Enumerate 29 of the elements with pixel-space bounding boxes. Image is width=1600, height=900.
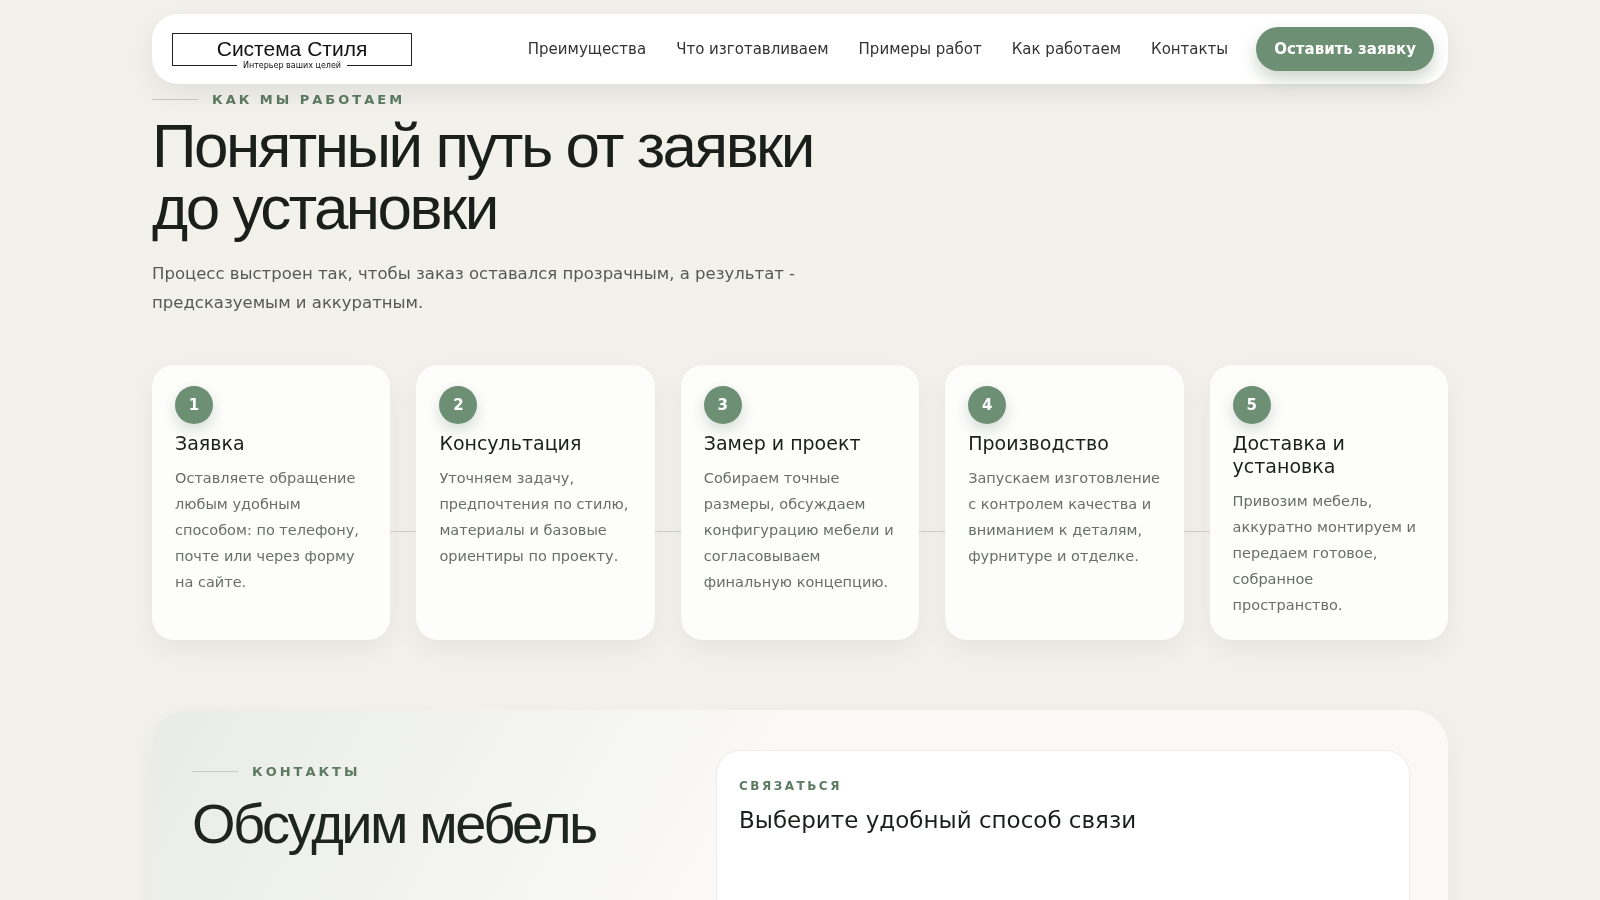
panel-eyebrow: СВЯЗАТЬСЯ (739, 779, 843, 793)
step-number: 5 (1232, 386, 1271, 424)
step-description: Оставляете обращение любым удобным способом: по телефону, почте или через форму на сайте. (175, 469, 360, 592)
section-title: Обсудим мебель (192, 791, 597, 857)
step-number: 2 (439, 386, 478, 424)
panel-title: Выберите удобный способ связи (739, 807, 1138, 833)
step-description: Собираем точные размеры, обсуждаем конфигурацию мебели и согласовываем финальную концепцию. (703, 469, 895, 592)
step-description: Запускаем изготовление с контролем качества и вниманием к деталям, фурнитуре и отделке. (968, 469, 1161, 566)
step-number: 3 (703, 386, 742, 424)
step-title: Производство (968, 432, 1110, 455)
step-description: Уточняем задачу, предпочтения по стилю, материалы и базовые ориентиры по проекту. (439, 469, 630, 566)
step-number: 1 (175, 386, 213, 424)
section-eyebrow: КАК МЫ РАБОТАЕМ (212, 92, 406, 107)
nav-link[interactable]: Контакты (1151, 40, 1229, 58)
step-title: Консультация (439, 432, 583, 455)
logo-tagline: Интерьер ваших целей (236, 60, 348, 70)
request-button[interactable]: Оставить заявку (1256, 27, 1434, 71)
step-number: 4 (968, 386, 1007, 424)
section-lead: Процесс выстроен так, чтобы заказ оставался прозрачным, а результат - предсказуемым и аккуратным. (152, 263, 797, 314)
step-title: Доставка и установка (1232, 432, 1346, 478)
step-title: Заявка (175, 432, 246, 455)
nav-link[interactable]: Преимущества (527, 40, 647, 58)
nav-link[interactable]: Примеры работ (858, 40, 982, 58)
nav-link[interactable]: Как работаем (1011, 40, 1121, 58)
logo-title: Система Стиля (216, 35, 368, 61)
step-description: Привозим мебель, аккуратно монтируем и передаем готовое, собранное пространство. (1232, 492, 1417, 615)
step-title: Замер и проект (703, 432, 862, 455)
section-eyebrow: КОНТАКТЫ (252, 764, 361, 779)
nav-link[interactable]: Что изготавливаем (676, 40, 829, 58)
